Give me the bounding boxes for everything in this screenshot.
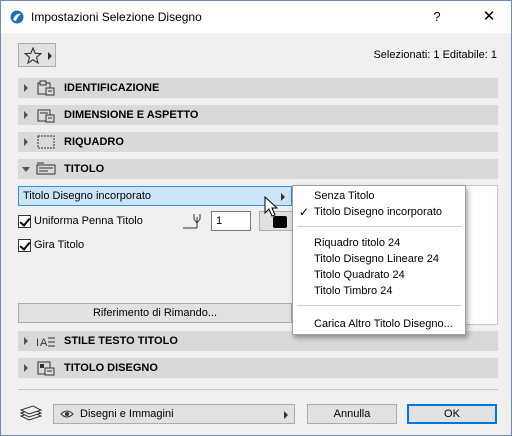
menu-separator bbox=[297, 226, 461, 227]
section-label: TITOLO bbox=[64, 163, 105, 175]
dropdown-item[interactable]: Riquadro titolo 24 bbox=[314, 237, 400, 249]
gira-titolo-label: Gira Titolo bbox=[34, 239, 85, 251]
selection-info: Selezionati: 1 Editabile: 1 bbox=[373, 49, 497, 61]
chevron-right-icon bbox=[48, 52, 52, 60]
title-type-dropdown: Senza Titolo ✓ Titolo Disegno incorporat… bbox=[292, 185, 466, 335]
svg-text:A: A bbox=[40, 337, 48, 349]
dropdown-item[interactable]: Carica Altro Titolo Disegno... bbox=[314, 318, 453, 330]
ok-button[interactable]: OK bbox=[407, 404, 497, 424]
window-title: Impostazioni Selezione Disegno bbox=[31, 10, 202, 24]
star-icon bbox=[24, 47, 42, 64]
svg-text:I: I bbox=[36, 337, 39, 349]
section-identificazione[interactable]: IDENTIFICAZIONE bbox=[18, 78, 498, 98]
help-button[interactable]: ? bbox=[427, 7, 447, 27]
menu-separator bbox=[297, 305, 461, 306]
pen-number-input[interactable]: 1 bbox=[211, 211, 251, 231]
cancel-button[interactable]: Annulla bbox=[307, 404, 397, 424]
section-label: STILE TESTO TITOLO bbox=[64, 335, 178, 347]
gira-titolo-checkbox[interactable]: Gira Titolo bbox=[18, 238, 118, 254]
close-button[interactable]: ✕ bbox=[479, 7, 499, 27]
uniforma-penna-checkbox[interactable]: Uniforma Penna Titolo bbox=[18, 214, 178, 230]
eye-icon bbox=[60, 410, 74, 418]
section-label: TITOLO DISEGNO bbox=[64, 362, 158, 374]
favorites-button[interactable] bbox=[18, 43, 56, 67]
riferimento-button[interactable]: Riferimento di Rimando... bbox=[18, 303, 292, 323]
identification-icon bbox=[37, 80, 55, 96]
title-bar: Impostazioni Selezione Disegno ? ✕ bbox=[1, 1, 511, 33]
chevron-right-icon bbox=[281, 193, 285, 201]
expand-icon bbox=[24, 84, 28, 92]
checkbox[interactable] bbox=[18, 239, 31, 252]
title-icon bbox=[36, 162, 56, 175]
title-type-select[interactable]: Titolo Disegno incorporato bbox=[18, 186, 292, 206]
layers-icon bbox=[19, 405, 43, 421]
expand-icon bbox=[24, 337, 28, 345]
section-titolo[interactable]: TITOLO bbox=[18, 159, 498, 179]
checkbox[interactable] bbox=[18, 215, 31, 228]
chevron-right-icon bbox=[284, 411, 288, 419]
expand-icon bbox=[24, 111, 28, 119]
section-label: IDENTIFICAZIONE bbox=[64, 82, 160, 94]
dropdown-item[interactable]: Titolo Disegno Lineare 24 bbox=[314, 253, 439, 265]
frame-icon bbox=[37, 135, 55, 149]
dropdown-item[interactable]: Senza Titolo bbox=[314, 190, 375, 202]
title-type-value: Titolo Disegno incorporato bbox=[23, 190, 151, 202]
app-icon bbox=[10, 10, 24, 24]
collapse-icon bbox=[22, 167, 30, 172]
dialog-window: Impostazioni Selezione Disegno ? ✕ Selez… bbox=[0, 0, 512, 436]
section-dimensione[interactable]: DIMENSIONE E ASPETTO bbox=[18, 105, 498, 125]
view-select[interactable]: Disegni e Immagini bbox=[53, 404, 295, 424]
section-label: RIQUADRO bbox=[64, 136, 124, 148]
section-label: DIMENSIONE E ASPETTO bbox=[64, 109, 199, 121]
dropdown-item[interactable]: Titolo Quadrato 24 bbox=[314, 269, 405, 281]
dropdown-item[interactable]: Titolo Disegno incorporato bbox=[314, 206, 442, 218]
expand-icon bbox=[24, 138, 28, 146]
dimension-icon bbox=[37, 109, 55, 123]
section-riquadro[interactable]: RIQUADRO bbox=[18, 132, 498, 152]
mouse-cursor-icon bbox=[264, 196, 279, 217]
divider bbox=[18, 389, 498, 390]
pen-icon bbox=[183, 214, 201, 229]
checkmark-icon: ✓ bbox=[299, 205, 310, 219]
uniforma-penna-label: Uniforma Penna Titolo bbox=[34, 215, 143, 227]
expand-icon bbox=[24, 364, 28, 372]
text-style-icon: I A bbox=[36, 337, 55, 349]
drawing-title-icon bbox=[37, 361, 55, 376]
section-titolo-disegno[interactable]: TITOLO DISEGNO bbox=[18, 358, 498, 378]
dropdown-item[interactable]: Titolo Timbro 24 bbox=[314, 285, 392, 297]
view-select-value: Disegni e Immagini bbox=[80, 408, 174, 420]
